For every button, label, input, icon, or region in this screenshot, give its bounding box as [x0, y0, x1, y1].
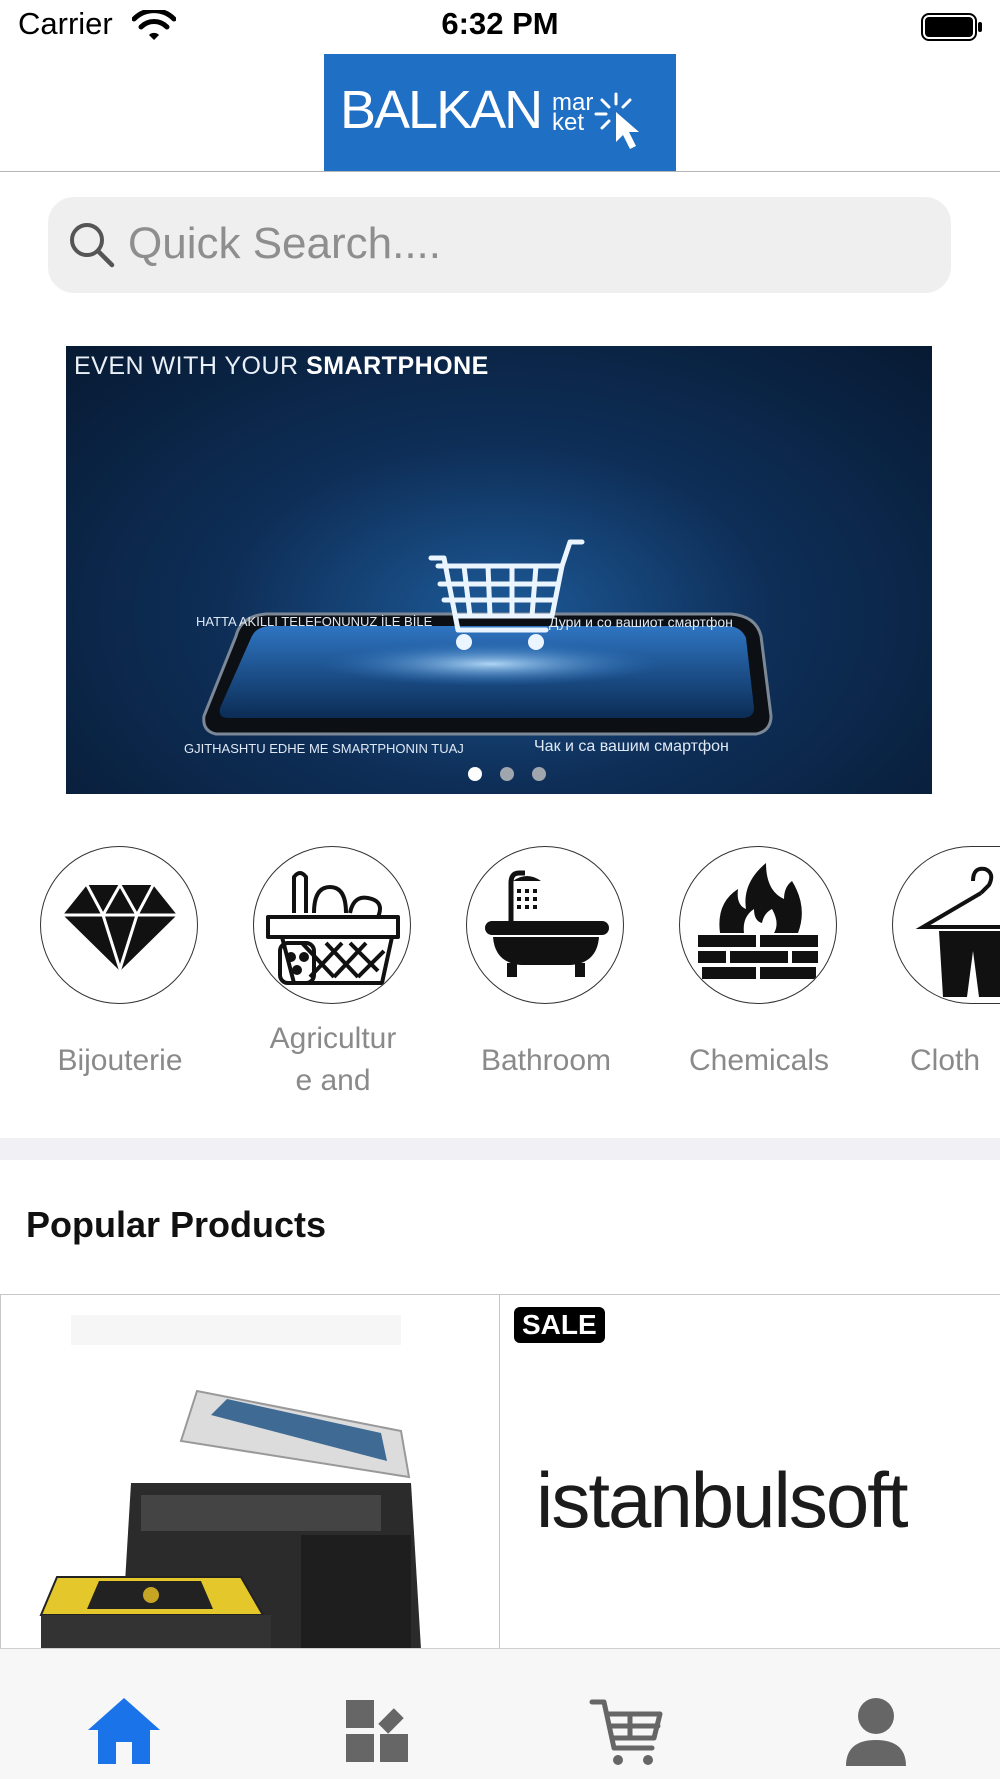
popular-products-title: Popular Products [26, 1204, 327, 1245]
logo-main-text: BALKAN [340, 80, 541, 140]
category-label-bijouterie: Bijouterie [57, 1044, 183, 1077]
category-label-agriculture: Agricultur e and [233, 1018, 433, 1102]
brand-logo-text: istanbulsoft [536, 1456, 909, 1544]
battery-icon [921, 13, 982, 41]
banner-line-tr: HATTA AKILLI TELEFONUNUZ İLE BİLE [196, 614, 433, 629]
category-label-bathroom: Bathroom [480, 1044, 612, 1077]
food-basket-icon [266, 871, 400, 985]
header-divider [0, 171, 1000, 172]
home-icon[interactable] [84, 1690, 164, 1770]
category-bathroom[interactable] [466, 846, 624, 1004]
banner-headline-light: EVEN WITH YOUR [74, 352, 307, 380]
banner-headline-bold: SMARTPHONE [306, 352, 489, 380]
promo-banner[interactable]: EVEN WITH YOUR SMARTPHONE HATTA AKILLI T… [66, 346, 932, 794]
section-divider [0, 1138, 1000, 1160]
category-label-clothes: Cloth [910, 1044, 981, 1077]
category-chemicals[interactable] [679, 846, 837, 1004]
category-label-chemicals: Chemicals [688, 1044, 830, 1077]
category-agriculture[interactable] [253, 846, 411, 1004]
category-clothes[interactable] [892, 846, 1000, 1004]
banner-headline: EVEN WITH YOUR SMARTPHONE [74, 352, 489, 381]
banner-line-mk2: Чак и са вашим смартфон [534, 738, 729, 755]
banner-line-al: GJITHASHTU EDHE ME SMARTPHONIN TUAJ [184, 741, 464, 756]
cart-icon[interactable] [586, 1690, 666, 1770]
status-time: 6:32 PM [441, 6, 559, 41]
product-card[interactable] [1, 1295, 499, 1649]
smartphone-cart-illustration [202, 539, 773, 736]
app-logo[interactable]: BALKAN mar ket [324, 54, 676, 171]
categories-icon[interactable] [336, 1690, 416, 1770]
carousel-dot-1[interactable] [468, 767, 482, 781]
product-card[interactable]: SALE istanbulsoft [500, 1295, 1000, 1649]
account-icon[interactable] [836, 1690, 916, 1770]
logo-graphic: BALKAN mar ket [340, 80, 639, 149]
sale-badge: SALE [514, 1307, 605, 1343]
category-label-agriculture-line2: e and [295, 1064, 371, 1097]
category-label-agriculture-line1: Agricultur [269, 1022, 397, 1055]
carousel-dot-3[interactable] [532, 767, 546, 781]
diamond-icon [63, 881, 177, 974]
bathtub-icon [485, 870, 609, 977]
search-icon [70, 223, 115, 268]
search-input[interactable] [128, 215, 928, 273]
carousel-dot-2[interactable] [500, 767, 514, 781]
clothes-hanger-icon [915, 866, 1000, 997]
t-shirt-printer-image [1, 1295, 499, 1649]
logo-sub-text-2: ket [552, 109, 584, 136]
category-bijouterie[interactable] [40, 846, 198, 1004]
banner-line-mk1: Дури и со вашиот смартфон [549, 614, 733, 630]
fire-wall-icon [698, 863, 818, 979]
